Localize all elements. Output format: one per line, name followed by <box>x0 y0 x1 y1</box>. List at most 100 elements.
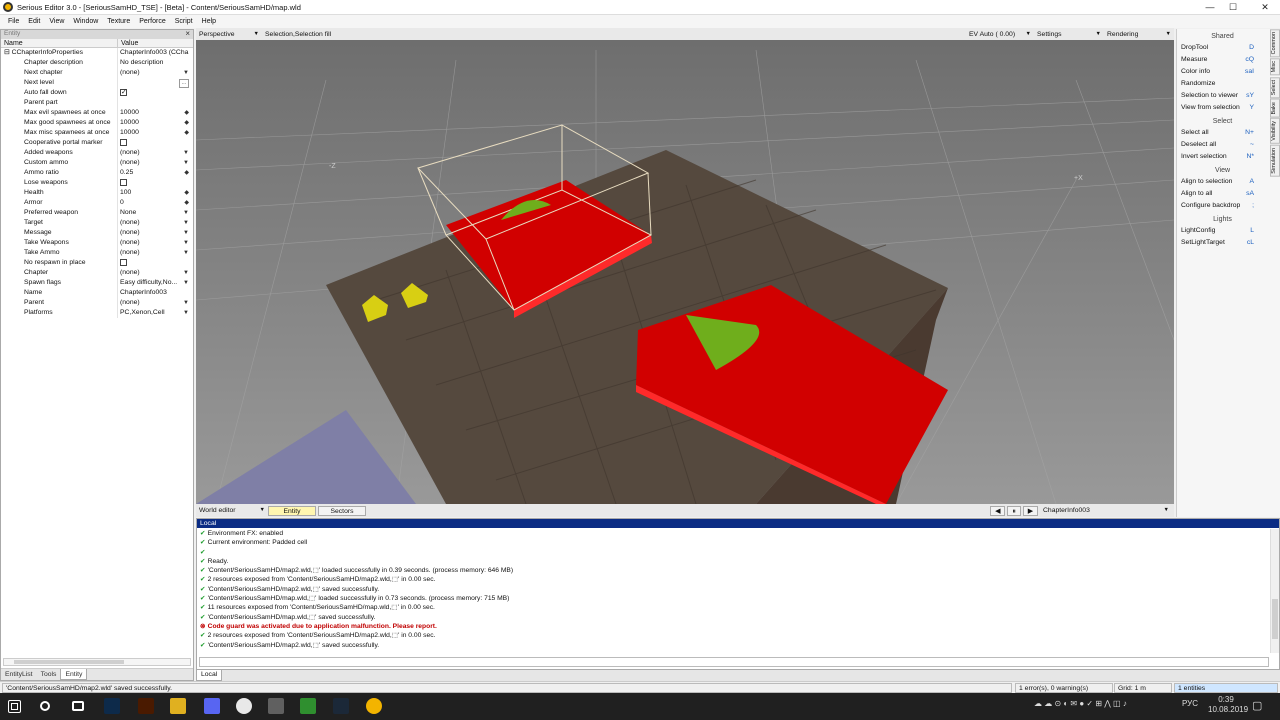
property-value[interactable] <box>117 138 193 148</box>
steam-icon[interactable] <box>333 698 349 714</box>
property-row[interactable]: Name ChapterInfo003 <box>1 288 193 298</box>
property-row[interactable]: Parent part <box>1 98 193 108</box>
tool-item[interactable]: Randomize <box>1177 78 1268 90</box>
property-value[interactable]: 0 ◆ <box>117 198 193 208</box>
menu-edit[interactable]: Edit <box>28 18 40 25</box>
property-row[interactable]: Max good spawnees at once 10000 ◆ <box>1 118 193 128</box>
property-row[interactable]: Health 100 ◆ <box>1 188 193 198</box>
property-value[interactable]: 100 ◆ <box>117 188 193 198</box>
property-row[interactable]: Chapter description No description <box>1 58 193 68</box>
property-row[interactable]: Auto fall down ✓ <box>1 88 193 98</box>
console-input[interactable] <box>199 657 1269 667</box>
tray-icons[interactable]: ☁ ☁ ⊙ ◐ ✉ ● ✓ ⊞ ⋀ ◫ ♪ <box>1034 699 1127 708</box>
menu-perforce[interactable]: Perforce <box>139 18 165 25</box>
horizontal-scrollbar[interactable] <box>3 658 191 666</box>
menu-script[interactable]: Script <box>175 18 193 25</box>
tool-item[interactable]: Configure backdrop; <box>1177 200 1268 212</box>
browse-button[interactable]: ... <box>178 79 189 88</box>
property-value[interactable]: 0.25 ◆ <box>117 168 193 178</box>
next-button[interactable]: ▶ <box>1022 505 1038 516</box>
property-value[interactable]: (none) ▼ <box>117 148 193 158</box>
calculator-icon[interactable] <box>268 698 284 714</box>
spin-arrows-icon[interactable]: ◆ <box>184 118 189 128</box>
property-value[interactable]: 10000 ◆ <box>117 118 193 128</box>
checkbox-checked-icon[interactable]: ✓ <box>120 89 127 96</box>
property-value[interactable]: 10000 ◆ <box>117 128 193 138</box>
tab-tools[interactable]: Tools <box>37 669 61 680</box>
menu-view[interactable]: View <box>49 18 64 25</box>
chrome-icon[interactable] <box>236 698 252 714</box>
property-row[interactable]: Ammo ratio 0.25 ◆ <box>1 168 193 178</box>
close-window-button[interactable]: ✕ <box>1250 0 1280 15</box>
property-value[interactable]: 10000 ◆ <box>117 108 193 118</box>
property-value[interactable] <box>117 178 193 188</box>
property-value[interactable]: (none) ▼ <box>117 158 193 168</box>
exposure-dropdown[interactable]: EV Auto ( 0.00) ▼ <box>966 29 1034 40</box>
property-row[interactable]: Cooperative portal marker <box>1 138 193 148</box>
notepad-icon[interactable] <box>300 698 316 714</box>
selection-mode-dropdown[interactable]: Selection,Selection fill <box>262 29 966 40</box>
pause-button[interactable]: ⏸ <box>1007 505 1021 516</box>
file-explorer-icon[interactable] <box>170 698 186 714</box>
editor-mode-dropdown[interactable]: World editor ▼ <box>196 505 268 516</box>
chevron-down-icon[interactable]: ▼ <box>183 218 189 228</box>
chevron-down-icon[interactable]: ▼ <box>183 248 189 258</box>
chevron-down-icon[interactable]: ▼ <box>183 278 189 288</box>
property-value[interactable]: (none) ▼ <box>117 218 193 228</box>
tool-item[interactable]: Selection to viewer sY <box>1177 90 1268 102</box>
settings-dropdown[interactable]: Settings ▼ <box>1034 29 1104 40</box>
discord-icon[interactable] <box>204 698 220 714</box>
property-value[interactable]: (none) ▼ <box>117 68 193 78</box>
property-row[interactable]: No respawn in place <box>1 258 193 268</box>
property-value[interactable]: ... <box>117 78 193 88</box>
scene-render[interactable]: -Z +X <box>196 40 1174 504</box>
tool-item[interactable]: Color info saI <box>1177 66 1268 78</box>
tab-sectors-mode[interactable]: Sectors <box>318 505 366 516</box>
search-icon[interactable] <box>40 701 50 711</box>
property-value[interactable]: None ▼ <box>117 208 193 218</box>
vertical-tab[interactable]: Simulation <box>1270 145 1280 177</box>
column-header-name[interactable]: Name <box>1 39 117 47</box>
property-row[interactable]: Spawn flags Easy difficulty,No... ▼ <box>1 278 193 288</box>
column-header-value[interactable]: Value <box>117 39 193 47</box>
property-root-row[interactable]: ⊟ CChapterInfoProperties ChapterInfo003 … <box>1 48 193 58</box>
scrollbar-thumb[interactable] <box>1272 599 1278 639</box>
property-row[interactable]: Platforms PC,Xenon,Cell ▼ <box>1 308 193 318</box>
spin-arrows-icon[interactable]: ◆ <box>184 168 189 178</box>
chevron-down-icon[interactable]: ▼ <box>183 68 189 78</box>
collapse-icon[interactable]: ⊟ <box>4 49 10 56</box>
property-value[interactable]: (none) ▼ <box>117 268 193 278</box>
property-value[interactable]: (none) ▼ <box>117 228 193 238</box>
chevron-down-icon[interactable]: ▼ <box>183 158 189 168</box>
log-vertical-scrollbar[interactable] <box>1270 529 1279 653</box>
tool-item[interactable]: Deselect all ~ <box>1177 139 1268 151</box>
chevron-down-icon[interactable]: ▼ <box>183 228 189 238</box>
3d-viewport[interactable]: -Z +X <box>196 40 1174 504</box>
spin-arrows-icon[interactable]: ◆ <box>184 198 189 208</box>
status-errors[interactable]: 1 error(s), 0 warning(s) <box>1015 683 1113 693</box>
checkbox-icon[interactable] <box>120 259 127 266</box>
rendering-dropdown[interactable]: Rendering ▼ <box>1104 29 1174 40</box>
prev-button[interactable]: ◀ <box>990 505 1006 516</box>
tool-item[interactable]: Align to all sA <box>1177 188 1268 200</box>
vertical-tab[interactable]: Visibility <box>1270 118 1280 145</box>
tool-item[interactable]: View from selection Y <box>1177 102 1268 114</box>
illustrator-icon[interactable] <box>138 698 154 714</box>
vertical-tab[interactable]: Misc <box>1270 58 1280 76</box>
vertical-tab[interactable]: Common <box>1270 29 1280 58</box>
serious-editor-icon[interactable] <box>366 698 382 714</box>
view-mode-dropdown[interactable]: Perspective ▼ <box>196 29 262 40</box>
property-row[interactable]: Preferred weapon None ▼ <box>1 208 193 218</box>
vertical-tab[interactable]: Bake <box>1270 98 1280 118</box>
property-value[interactable]: No description <box>117 58 193 68</box>
property-row[interactable]: Custom ammo (none) ▼ <box>1 158 193 168</box>
spin-arrows-icon[interactable]: ◆ <box>184 188 189 198</box>
chevron-down-icon[interactable]: ▼ <box>183 238 189 248</box>
windows-start-icon[interactable] <box>8 700 21 713</box>
tab-local[interactable]: Local <box>196 670 223 681</box>
property-row[interactable]: Lose weapons <box>1 178 193 188</box>
tool-item[interactable]: Align to selection A <box>1177 176 1268 188</box>
property-row[interactable]: Added weapons (none) ▼ <box>1 148 193 158</box>
close-panel-icon[interactable]: × <box>185 29 190 38</box>
maximize-button[interactable]: ☐ <box>1218 0 1248 15</box>
